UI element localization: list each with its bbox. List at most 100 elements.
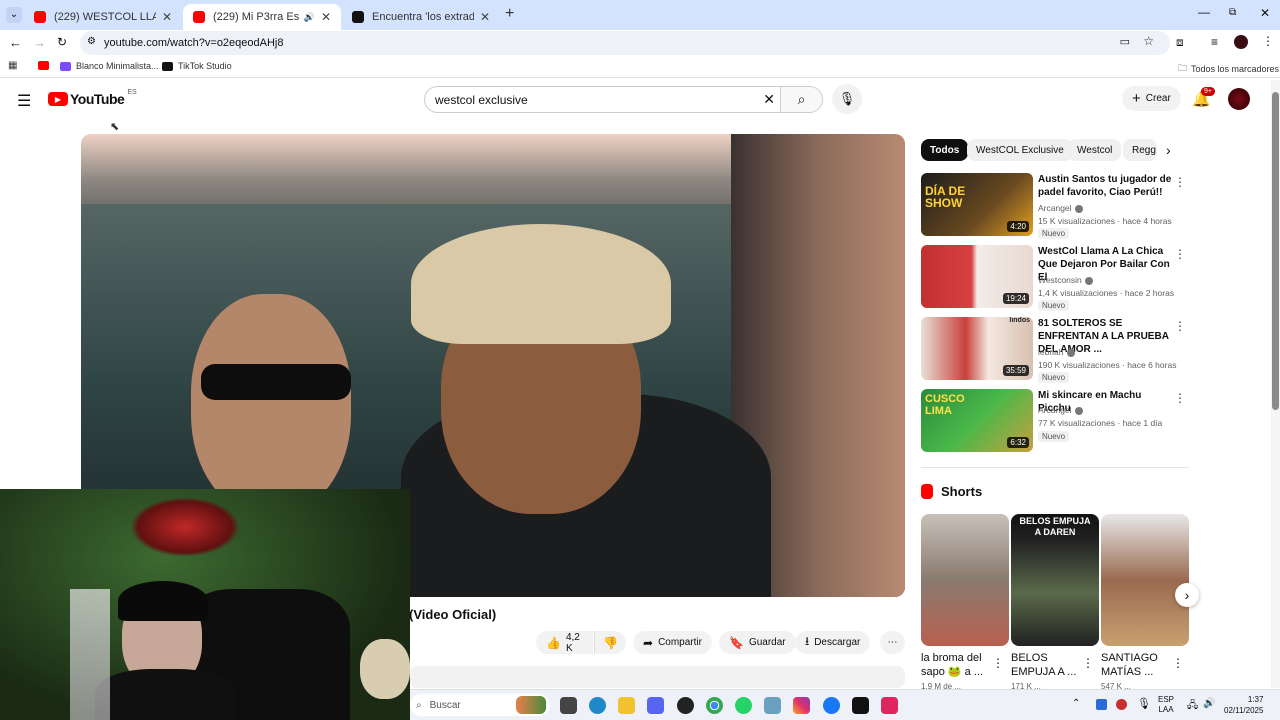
extensions-icon[interactable]: ⧈	[1176, 35, 1184, 50]
site-info-icon[interactable]: ⚙	[87, 36, 96, 47]
input-language[interactable]: ESP LAA	[1158, 695, 1174, 715]
chip-westcol-exclusive[interactable]: WestCOL Exclusive	[967, 139, 1073, 161]
more-vertical-icon[interactable]: ⋮	[1174, 175, 1186, 189]
more-vertical-icon[interactable]: ⋮	[1174, 247, 1186, 261]
youtube-icon	[193, 11, 205, 23]
new-tab-button[interactable]: +	[505, 5, 514, 23]
more-vertical-icon[interactable]: ⋮	[1174, 319, 1186, 333]
obs-icon[interactable]	[677, 697, 694, 714]
facebook-icon[interactable]	[823, 697, 840, 714]
tray-app-icon[interactable]	[1116, 699, 1127, 710]
taskbar-search[interactable]: ⌕ Buscar	[410, 694, 550, 716]
recommended-video[interactable]: CUSCO LIMA 6:32 Mi skincare en Machu Pic…	[921, 389, 1191, 455]
more-vertical-icon[interactable]: ⋮	[1172, 656, 1184, 670]
reload-icon[interactable]: ↻	[57, 35, 67, 49]
back-icon[interactable]: ←	[9, 35, 22, 50]
chip-westcol[interactable]: Westcol	[1068, 139, 1122, 161]
close-icon[interactable]: ✕	[480, 10, 490, 24]
video-meta: 1,4 K visualizaciones · hace 2 horas	[1038, 288, 1175, 298]
shorts-next-button[interactable]: ›	[1175, 583, 1199, 607]
file-explorer-icon[interactable]	[618, 697, 635, 714]
dislike-button[interactable]: 👎	[594, 631, 626, 654]
discord-icon[interactable]	[647, 697, 664, 714]
youtube-logo[interactable]: ▶ YouTube ES	[48, 89, 137, 107]
close-window-button[interactable]: ✕	[1260, 6, 1270, 20]
tray-app-icon[interactable]	[1096, 699, 1107, 710]
share-button[interactable]: ➦ Compartir	[633, 631, 712, 654]
clock[interactable]: 1:37 02/11/2025	[1224, 694, 1263, 716]
short-thumbnail[interactable]: BELOS EMPUJA A DAREN	[1011, 514, 1099, 646]
account-avatar[interactable]	[1228, 88, 1250, 110]
task-view-icon[interactable]	[560, 697, 577, 714]
browser-tab-1[interactable]: (229) WESTCOL LLAMA A LA CI ✕	[24, 4, 182, 30]
more-vertical-icon[interactable]: ⋮	[1082, 656, 1094, 670]
tiktok-live-icon[interactable]	[881, 697, 898, 714]
clear-search-icon[interactable]: ✕	[763, 91, 775, 108]
chips-next-icon[interactable]: ›	[1166, 142, 1171, 158]
search-button[interactable]: ⌕	[780, 87, 822, 112]
chip-regg[interactable]: Regg	[1123, 139, 1157, 161]
minimize-button[interactable]: —	[1198, 5, 1210, 19]
recommended-video[interactable]: lindos 35:59 81 SOLTEROS SE ENFRENTAN A …	[921, 317, 1191, 383]
chevron-up-icon[interactable]: ⌃	[1072, 698, 1080, 709]
profile-avatar[interactable]	[1234, 35, 1248, 49]
short-title[interactable]: BELOS EMPUJA A ...	[1011, 651, 1086, 679]
instagram-icon[interactable]	[793, 697, 810, 714]
network-icon[interactable]: 🖧	[1187, 698, 1198, 715]
close-icon[interactable]: ✕	[162, 10, 172, 24]
speaker-icon[interactable]: 🔊	[304, 12, 315, 23]
menu-icon[interactable]: ⋮	[1262, 34, 1274, 48]
short-title[interactable]: la broma del sapo 🐸 a ...	[921, 651, 996, 679]
video-thumbnail: 19:24	[921, 245, 1033, 308]
page-scrollbar[interactable]	[1271, 80, 1280, 688]
short-thumbnail[interactable]	[921, 514, 1009, 646]
volume-icon[interactable]: 🔊	[1203, 698, 1215, 709]
more-vertical-icon[interactable]: ⋮	[992, 656, 1004, 670]
create-button[interactable]: + Crear	[1122, 86, 1181, 111]
star-icon[interactable]: ☆	[1143, 34, 1154, 48]
microphone-icon[interactable]: 🎙	[1137, 697, 1151, 710]
video-meta: 77 K visualizaciones · hace 1 día	[1038, 418, 1163, 428]
bookmark-tiktok-studio[interactable]: TikTok Studio	[162, 61, 232, 71]
description-box[interactable]	[409, 666, 905, 688]
recommended-video[interactable]: 19:24 WestCol Llama A La Chica Que Dejar…	[921, 245, 1191, 311]
search-input[interactable]	[435, 92, 755, 107]
apps-icon[interactable]: ▦	[8, 60, 17, 71]
browser-tab-3[interactable]: Encuentra 'los extraditablessd' ✕	[342, 4, 500, 30]
notifications-button[interactable]: 🔔 9+	[1192, 87, 1215, 108]
more-actions-button[interactable]: ⋯	[880, 631, 905, 654]
short-thumbnail[interactable]	[1101, 514, 1189, 646]
like-button[interactable]: 👍 4,2 K	[536, 631, 593, 654]
bookmark-icon: 🔖	[729, 635, 744, 650]
scrollbar-thumb[interactable]	[1272, 92, 1279, 410]
short-thumb-text: BELOS EMPUJA A DAREN	[1019, 516, 1091, 537]
forward-icon[interactable]: →	[33, 35, 46, 50]
youtube-icon	[38, 61, 49, 70]
address-bar[interactable]: ⚙ youtube.com/watch?v=o2eqeodAHj8 ▭ ☆	[80, 31, 1170, 55]
tab-search-icon[interactable]: ⌄	[6, 7, 22, 23]
whatsapp-icon[interactable]	[735, 697, 752, 714]
app-icon[interactable]	[764, 697, 781, 714]
hamburger-menu-icon[interactable]: ☰	[17, 91, 31, 111]
bookmark-blanco[interactable]: Blanco Minimalista...	[60, 61, 159, 71]
shorts-heading: Shorts	[941, 484, 983, 499]
download-button[interactable]: ⭳ Descargar	[795, 631, 871, 654]
more-vertical-icon[interactable]: ⋮	[1174, 391, 1186, 405]
short-title[interactable]: SANTIAGO MATÍAS ...	[1101, 651, 1176, 679]
voice-search-button[interactable]: 🎙	[832, 84, 862, 114]
browser-tab-2[interactable]: (229) Mi P3rra Es - Leandro 🔊 ✕	[183, 4, 341, 30]
close-icon[interactable]: ✕	[321, 10, 331, 24]
all-bookmarks[interactable]: 🗀 Todos los marcadores	[1178, 61, 1279, 77]
save-button[interactable]: 🔖 Guardar	[719, 631, 796, 654]
edge-icon[interactable]	[589, 697, 606, 714]
chip-todos[interactable]: Todos	[921, 139, 969, 161]
chrome-icon[interactable]	[706, 697, 723, 714]
browser-tab-strip: ⌄ (229) WESTCOL LLAMA A LA CI ✕ (229) Mi…	[0, 0, 1280, 30]
restore-button[interactable]: ⧉	[1229, 7, 1236, 18]
bookmark-youtube[interactable]	[38, 61, 54, 70]
tiktok-icon[interactable]	[852, 697, 869, 714]
person-left-head	[191, 294, 351, 514]
install-icon[interactable]: ▭	[1120, 35, 1130, 48]
recommended-video[interactable]: DÍA DE SHOW 4:20 Austin Santos tu jugado…	[921, 173, 1191, 239]
media-icon[interactable]: ≡	[1211, 35, 1218, 49]
